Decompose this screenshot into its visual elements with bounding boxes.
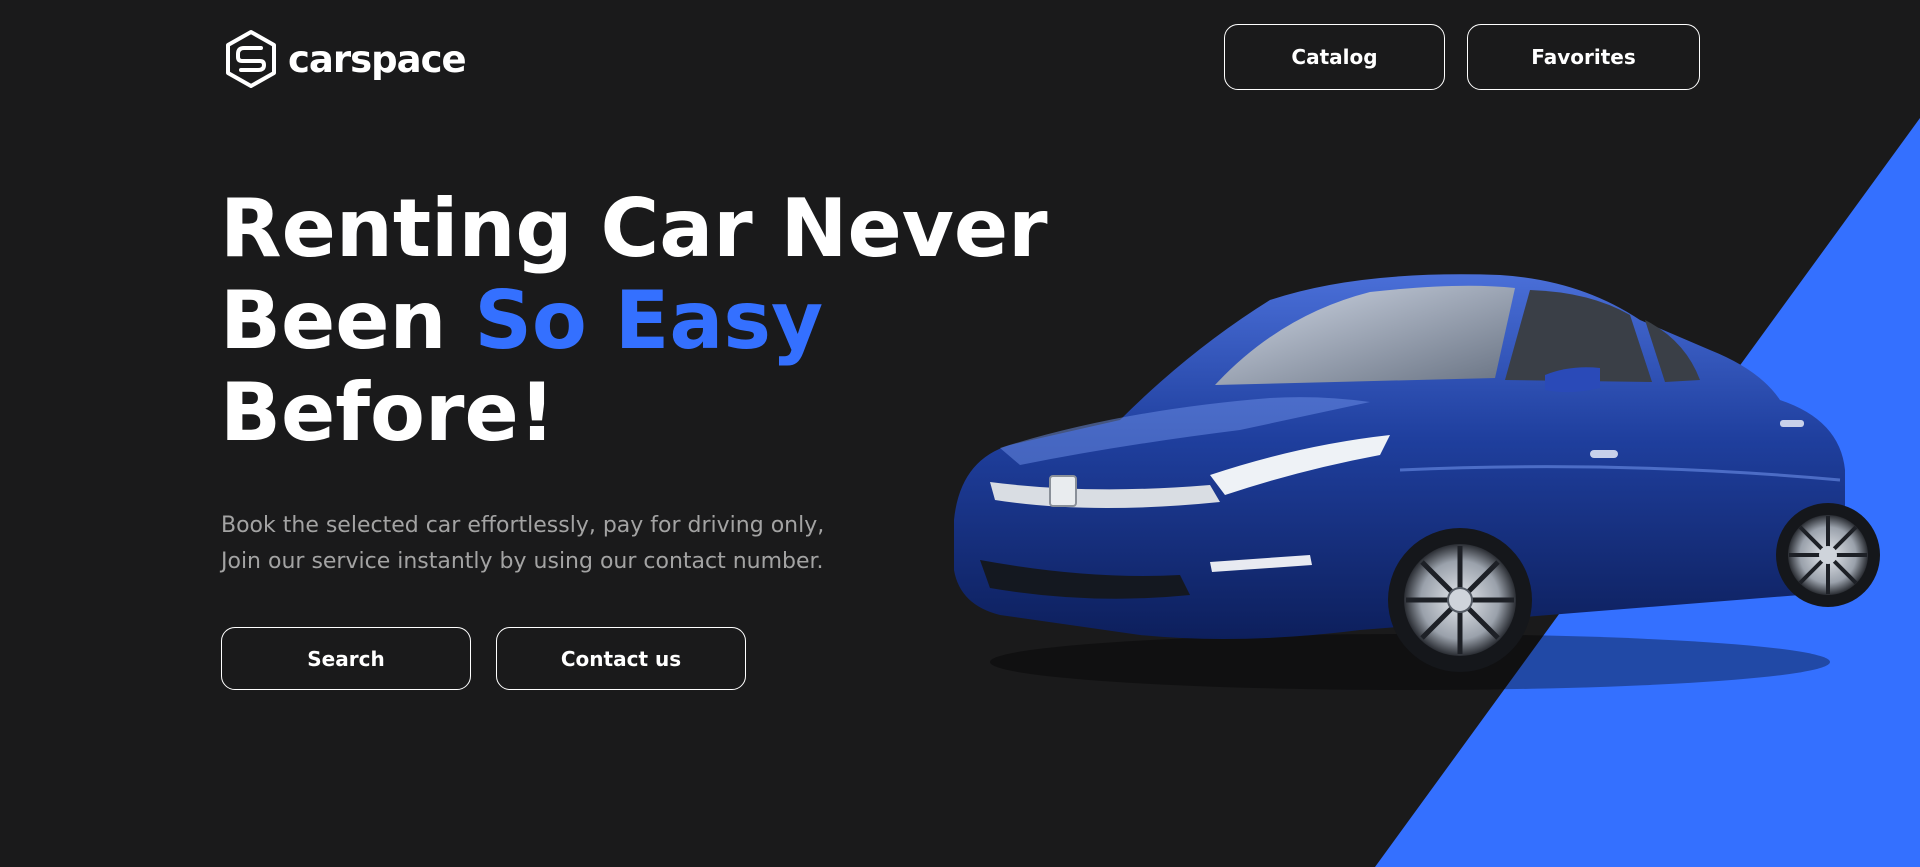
- search-button[interactable]: Search: [221, 627, 471, 690]
- hero-title-accent: So Easy: [474, 274, 824, 367]
- carspace-logo-icon: [226, 30, 276, 88]
- favorites-button[interactable]: Favorites: [1467, 24, 1700, 90]
- hero-title-plain: Been: [220, 274, 447, 367]
- hero-subtitle-line-2: Join our service instantly by using our …: [221, 549, 824, 574]
- hero-title-line-3: Before!: [220, 366, 556, 459]
- catalog-button[interactable]: Catalog: [1224, 24, 1445, 90]
- contact-us-button[interactable]: Contact us: [496, 627, 746, 690]
- hero-subtitle-line-1: Book the selected car effortlessly, pay …: [221, 513, 825, 538]
- hero-subtitle: Book the selected car effortlessly, pay …: [221, 508, 861, 580]
- brand-name: carspace: [288, 37, 467, 81]
- hero-title-line-1: Renting Car Never: [220, 182, 1048, 275]
- landing-page: carspace Catalog Favorites Renting Car N…: [0, 0, 1920, 867]
- hero-title: Renting Car Never Been So Easy Before!: [220, 183, 1120, 459]
- brand-logo[interactable]: carspace: [224, 29, 467, 89]
- hero-title-line-2: Been So Easy: [220, 275, 1120, 367]
